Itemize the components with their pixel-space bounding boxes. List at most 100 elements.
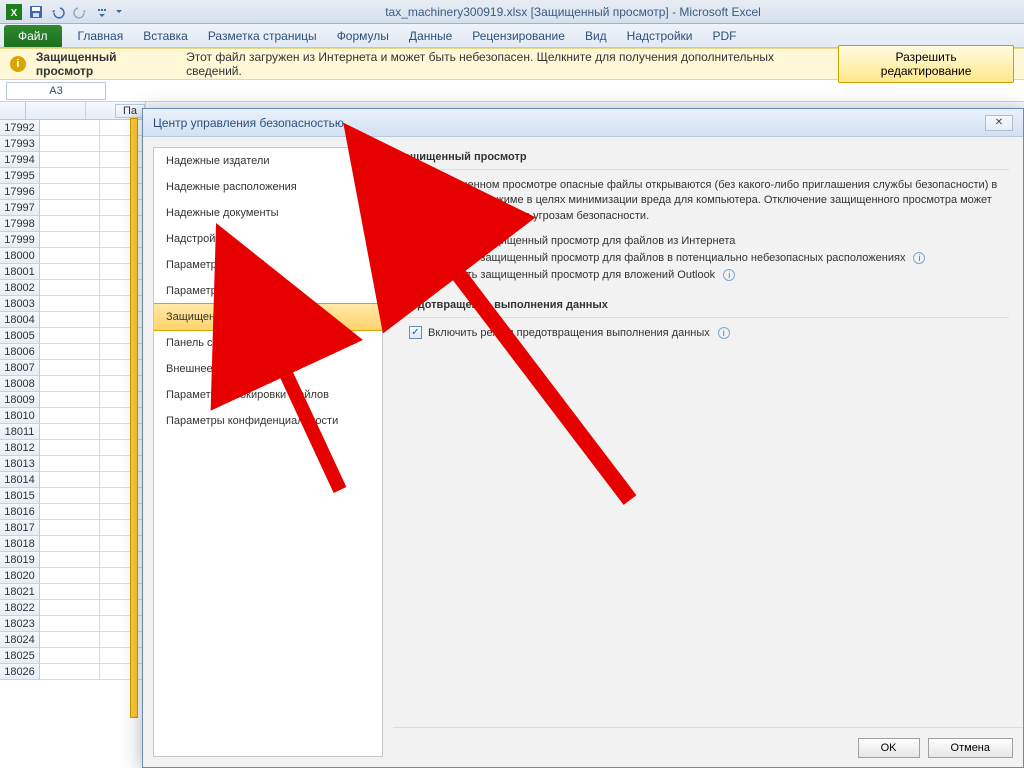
cell[interactable] <box>40 648 100 664</box>
row-header[interactable]: 18023 <box>0 616 40 632</box>
checkbox-dep[interactable]: ✓ <box>409 326 422 339</box>
cell[interactable] <box>40 520 100 536</box>
row-header[interactable]: 17994 <box>0 152 40 168</box>
tab-data[interactable]: Данные <box>399 25 462 47</box>
cell[interactable] <box>40 568 100 584</box>
row-header[interactable]: 17995 <box>0 168 40 184</box>
row-header[interactable]: 18015 <box>0 488 40 504</box>
tab-home[interactable]: Главная <box>68 25 134 47</box>
info-icon[interactable]: i <box>723 269 735 281</box>
nav-item[interactable]: Параметры макросов <box>154 278 382 304</box>
close-icon[interactable]: ✕ <box>985 115 1013 131</box>
row-header[interactable]: 18022 <box>0 600 40 616</box>
cell[interactable] <box>40 600 100 616</box>
row-header[interactable]: 18008 <box>0 376 40 392</box>
row-header[interactable]: 17996 <box>0 184 40 200</box>
cell[interactable] <box>40 424 100 440</box>
row-header[interactable]: 18002 <box>0 280 40 296</box>
row-header[interactable]: 18013 <box>0 456 40 472</box>
row-header[interactable]: 18017 <box>0 520 40 536</box>
row-header[interactable]: 18007 <box>0 360 40 376</box>
nav-item[interactable]: Панель сообщений <box>154 330 382 356</box>
row-header[interactable]: 17999 <box>0 232 40 248</box>
cell[interactable] <box>40 168 100 184</box>
cell[interactable] <box>40 552 100 568</box>
cell[interactable] <box>40 328 100 344</box>
row-header[interactable]: 18011 <box>0 424 40 440</box>
nav-item[interactable]: Параметры конфиденциальности <box>154 408 382 434</box>
row-header[interactable]: 18012 <box>0 440 40 456</box>
nav-item[interactable]: Надстройки <box>154 226 382 252</box>
excel-app-icon[interactable]: X <box>4 2 24 22</box>
cell[interactable] <box>40 264 100 280</box>
cell[interactable] <box>40 440 100 456</box>
cell[interactable] <box>40 456 100 472</box>
row-header[interactable]: 18020 <box>0 568 40 584</box>
tab-page-layout[interactable]: Разметка страницы <box>198 25 327 47</box>
cell[interactable] <box>40 296 100 312</box>
checkbox-pv-unsafe-locations[interactable]: ✓ <box>409 251 422 264</box>
qat-dropdown-icon[interactable] <box>114 2 124 22</box>
info-icon[interactable]: i <box>718 327 730 339</box>
cell[interactable] <box>40 504 100 520</box>
save-icon[interactable] <box>26 2 46 22</box>
cell[interactable] <box>40 584 100 600</box>
row-header[interactable]: 18018 <box>0 536 40 552</box>
cell[interactable] <box>40 136 100 152</box>
tab-formulas[interactable]: Формулы <box>327 25 399 47</box>
cell[interactable] <box>40 184 100 200</box>
cell[interactable] <box>40 488 100 504</box>
cell[interactable] <box>40 616 100 632</box>
cell[interactable] <box>40 248 100 264</box>
row-header[interactable]: 18000 <box>0 248 40 264</box>
row-header[interactable]: 18003 <box>0 296 40 312</box>
row-header[interactable]: 18026 <box>0 664 40 680</box>
nav-item[interactable]: Защищенный просмотр <box>153 303 383 331</box>
checkbox-pv-outlook[interactable]: ✓ <box>409 268 422 281</box>
row-header[interactable]: 18019 <box>0 552 40 568</box>
nav-item[interactable]: Параметры блокировки файлов <box>154 382 382 408</box>
nav-item[interactable]: Внешнее содержимое <box>154 356 382 382</box>
cell[interactable] <box>40 408 100 424</box>
cancel-button[interactable]: Отмена <box>928 738 1013 758</box>
qat-more-icon[interactable] <box>92 2 112 22</box>
tab-review[interactable]: Рецензирование <box>462 25 575 47</box>
cell[interactable] <box>40 280 100 296</box>
tab-pdf[interactable]: PDF <box>703 25 747 47</box>
nav-item[interactable]: Надежные расположения <box>154 174 382 200</box>
cell[interactable] <box>40 376 100 392</box>
row-header[interactable]: 18021 <box>0 584 40 600</box>
row-header[interactable]: 17993 <box>0 136 40 152</box>
row-header[interactable]: 17992 <box>0 120 40 136</box>
row-header[interactable]: 18014 <box>0 472 40 488</box>
row-header[interactable]: 18025 <box>0 648 40 664</box>
row-header[interactable]: 18010 <box>0 408 40 424</box>
tab-view[interactable]: Вид <box>575 25 617 47</box>
cell[interactable] <box>40 664 100 680</box>
nav-item[interactable]: Надежные документы <box>154 200 382 226</box>
cell[interactable] <box>40 120 100 136</box>
checkbox-pv-internet[interactable]: ✓ <box>409 234 422 247</box>
tab-insert[interactable]: Вставка <box>133 25 198 47</box>
row-header[interactable]: 18009 <box>0 392 40 408</box>
ok-button[interactable]: OK <box>858 738 920 758</box>
undo-icon[interactable] <box>48 2 68 22</box>
cell[interactable] <box>40 232 100 248</box>
tab-addins[interactable]: Надстройки <box>617 25 703 47</box>
row-header[interactable]: 18006 <box>0 344 40 360</box>
redo-icon[interactable] <box>70 2 90 22</box>
row-header[interactable]: 18005 <box>0 328 40 344</box>
row-header[interactable]: 18024 <box>0 632 40 648</box>
cell[interactable] <box>40 312 100 328</box>
cell[interactable] <box>40 632 100 648</box>
cell[interactable] <box>40 200 100 216</box>
info-icon[interactable]: i <box>913 252 925 264</box>
select-all-corner[interactable] <box>0 102 26 119</box>
cell[interactable] <box>40 360 100 376</box>
row-header[interactable]: 18001 <box>0 264 40 280</box>
cell[interactable] <box>40 152 100 168</box>
cell[interactable] <box>40 392 100 408</box>
enable-editing-button[interactable]: Разрешить редактирование <box>838 45 1014 83</box>
nav-item[interactable]: Надежные издатели <box>154 148 382 174</box>
row-header[interactable]: 17997 <box>0 200 40 216</box>
